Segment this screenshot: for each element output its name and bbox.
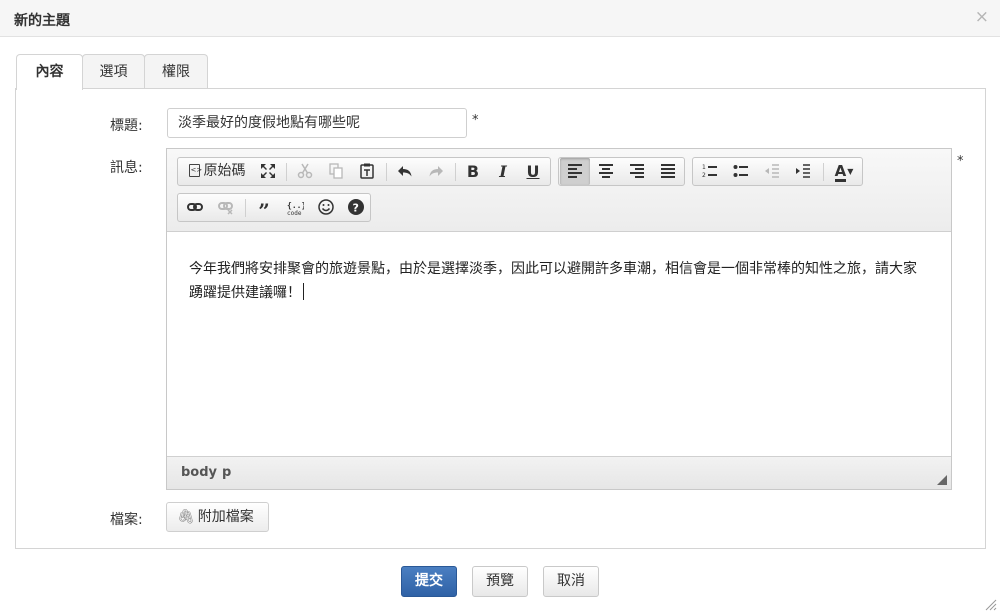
source-button[interactable]: <> 原始碼 — [180, 158, 254, 185]
cut-button[interactable] — [290, 158, 320, 185]
blockquote-button[interactable]: ” — [249, 194, 279, 223]
tab-permissions[interactable]: 權限 — [144, 54, 208, 89]
paperclip-icon: 🖇 — [177, 509, 195, 525]
attach-file-button[interactable]: 🖇 附加檔案 — [166, 502, 269, 532]
dialog-resize-grip-icon[interactable] — [983, 597, 997, 611]
unlink-button[interactable] — [211, 194, 241, 221]
code-snippet-icon: {..}code — [287, 201, 304, 217]
align-left-button[interactable] — [560, 158, 590, 185]
maximize-icon — [261, 164, 275, 178]
outdent-button[interactable] — [757, 158, 787, 185]
align-center-icon — [599, 164, 613, 178]
link-button[interactable] — [180, 194, 210, 221]
subject-label: 標題: — [110, 118, 143, 134]
code-snippet-button[interactable]: {..}code — [280, 194, 310, 221]
paste-text-icon — [360, 163, 374, 179]
redo-icon — [429, 166, 443, 177]
numbered-list-button[interactable]: 12 — [695, 158, 725, 185]
toolbar-group-edit: <> 原始碼 B I U — [177, 157, 551, 186]
submit-button[interactable]: 提交 — [401, 566, 457, 597]
blockquote-icon: ” — [258, 199, 270, 223]
toolbar-group-insert: ” {..}code ? — [177, 193, 371, 223]
indent-button[interactable] — [788, 158, 818, 185]
dialog-titlebar: 新的主題 × — [0, 0, 1000, 37]
maximize-button[interactable] — [255, 158, 281, 185]
attach-file-label: 附加檔案 — [197, 509, 254, 525]
copy-button[interactable] — [321, 158, 351, 185]
toolbar-group-lists: 12 A▼ — [692, 157, 863, 186]
align-right-icon — [630, 164, 644, 178]
preview-button[interactable]: 預覽 — [472, 566, 528, 597]
message-required-mark: * — [957, 154, 964, 169]
text-color-icon: A — [834, 162, 847, 182]
cut-icon — [297, 163, 313, 179]
link-icon — [187, 203, 203, 211]
tab-options[interactable]: 選項 — [82, 54, 145, 89]
subject-required-mark: * — [472, 113, 479, 128]
numbered-list-icon: 12 — [702, 164, 717, 179]
subject-input[interactable]: 淡季最好的度假地點有哪些呢 — [167, 108, 467, 138]
undo-icon — [398, 166, 412, 177]
path-body[interactable]: body — [181, 465, 217, 480]
svg-text:1: 1 — [702, 164, 706, 171]
close-icon[interactable]: × — [975, 8, 989, 26]
emoji-icon — [318, 199, 334, 215]
editor-resize-handle[interactable] — [937, 475, 947, 485]
editor-content-area[interactable]: 今年我們將安排聚會的旅遊景點，由於是選擇淡季，因此可以避開許多車潮，相信會是一個… — [167, 233, 951, 455]
help-button[interactable]: ? — [342, 194, 370, 221]
align-right-button[interactable] — [622, 158, 652, 185]
align-center-button[interactable] — [591, 158, 621, 185]
attach-label: 檔案: — [110, 512, 143, 528]
message-label: 訊息: — [110, 160, 143, 176]
emoji-button[interactable] — [311, 194, 341, 221]
svg-text:code: code — [287, 210, 302, 217]
unlink-icon — [218, 202, 233, 215]
path-p[interactable]: p — [222, 465, 231, 480]
bold-button[interactable]: B — [459, 158, 487, 185]
svg-text:2: 2 — [702, 172, 706, 179]
text-cursor — [303, 283, 304, 300]
dialog-title: 新的主題 — [14, 13, 70, 29]
indent-icon — [796, 164, 810, 178]
toolbar-group-align — [558, 157, 685, 186]
svg-text:?: ? — [353, 202, 359, 215]
underline-button[interactable]: U — [519, 158, 547, 185]
paste-text-button[interactable] — [352, 158, 382, 185]
editor-statusbar: body p — [167, 456, 951, 489]
outdent-icon — [765, 164, 779, 178]
justify-icon — [661, 164, 675, 178]
bulleted-list-button[interactable] — [726, 158, 756, 185]
justify-button[interactable] — [653, 158, 683, 185]
rich-text-editor: <> 原始碼 B I U 1 2 A▼ ” {.. code ? 今年我們將安排… — [166, 148, 952, 490]
editor-text: 今年我們將安排聚會的旅遊景點，由於是選擇淡季，因此可以避開許多車潮，相信會是一個… — [189, 261, 917, 301]
cancel-button[interactable]: 取消 — [543, 566, 599, 597]
editor-toolbar: <> 原始碼 B I U 1 2 A▼ ” {.. code ? — [167, 149, 951, 232]
svg-text:{..}: {..} — [287, 201, 304, 210]
help-icon: ? — [348, 199, 364, 215]
chevron-down-icon: ▼ — [847, 167, 854, 176]
source-icon: <> — [188, 164, 202, 177]
italic-button[interactable]: I — [489, 158, 517, 185]
source-label: 原始碼 — [203, 163, 246, 179]
align-left-icon — [568, 164, 582, 178]
bulleted-list-icon — [733, 165, 748, 177]
tab-content[interactable]: 內容 — [16, 54, 83, 90]
text-color-button[interactable]: A▼ — [827, 158, 861, 185]
redo-button[interactable] — [421, 158, 451, 185]
undo-button[interactable] — [390, 158, 420, 185]
copy-icon — [329, 163, 343, 179]
